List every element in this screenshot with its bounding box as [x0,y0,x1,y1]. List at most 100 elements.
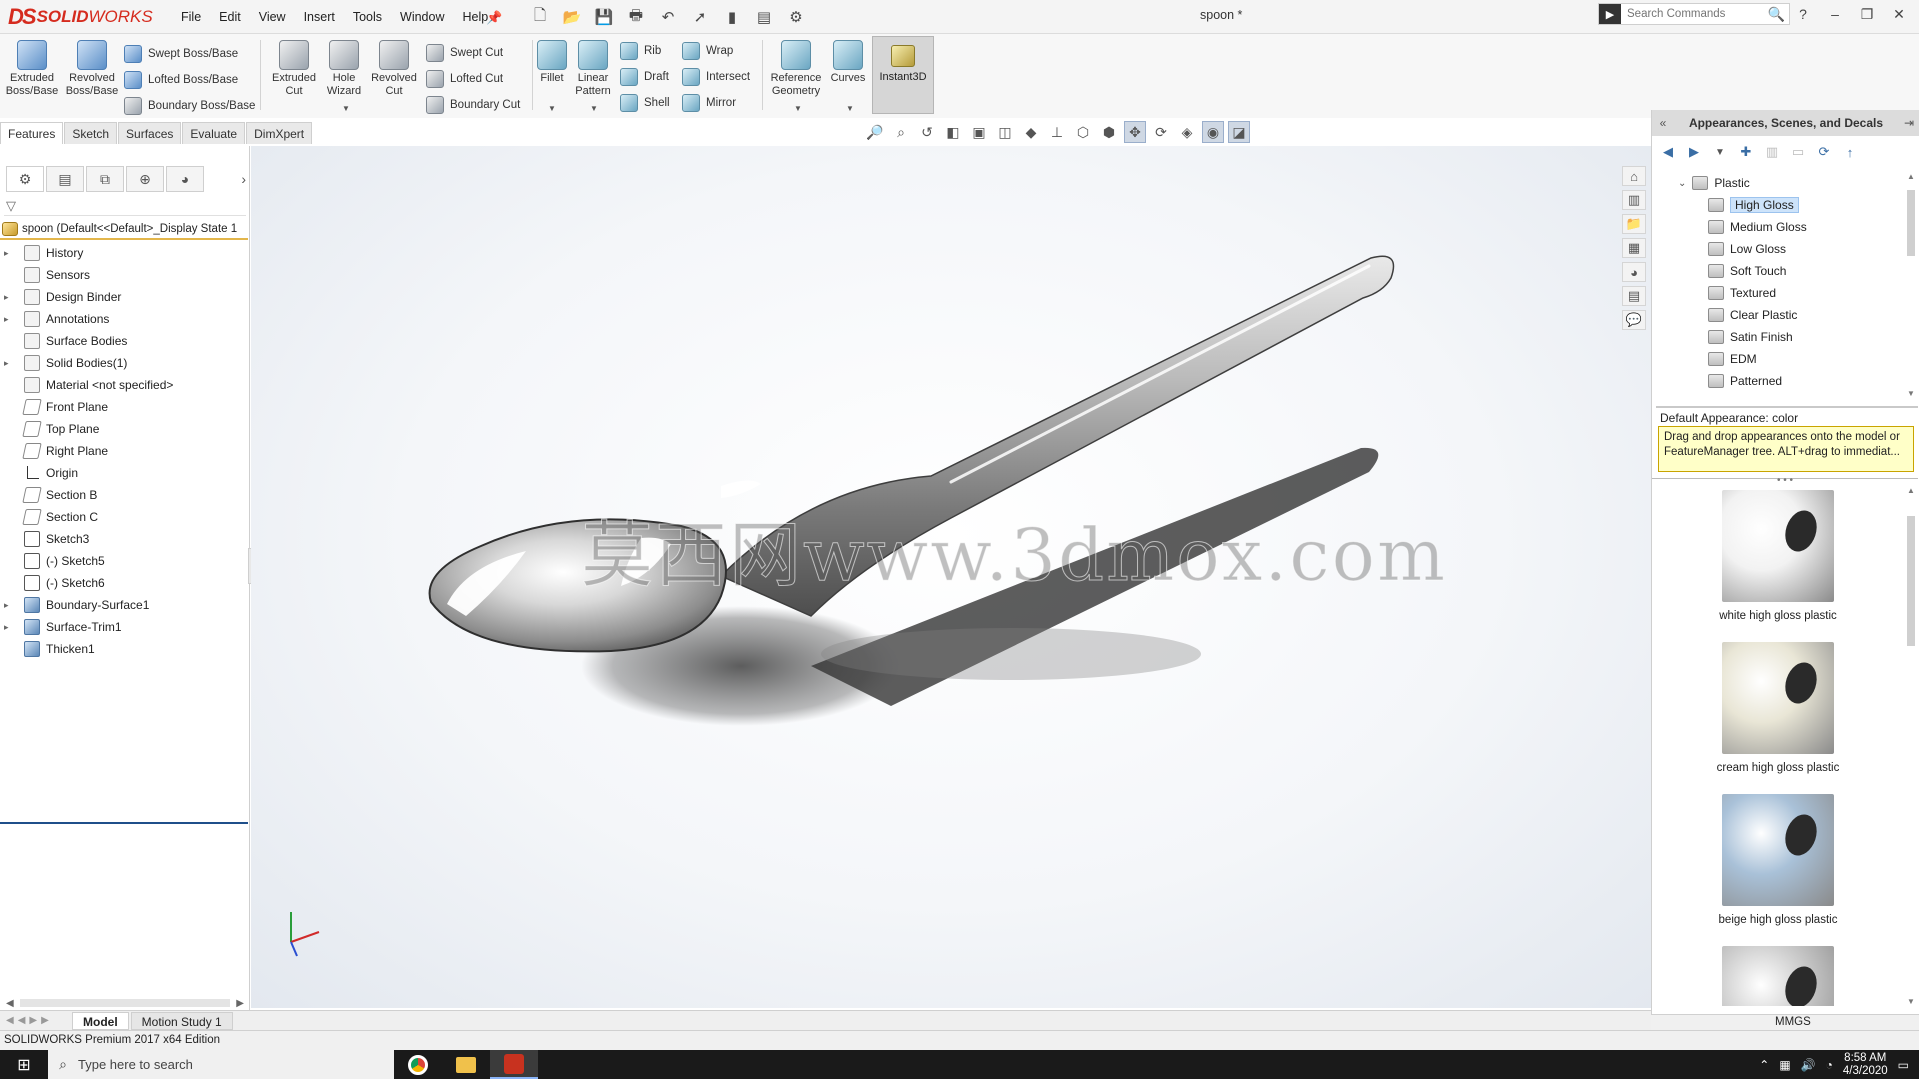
part-root-node[interactable]: spoon (Default<<Default>_Display State 1 [0,220,248,240]
scroll-up-icon[interactable]: ▲ [1907,172,1915,181]
intersect-button[interactable]: Intersect [682,65,750,89]
search-icon[interactable]: 🔍 [1768,6,1785,23]
menu-file[interactable]: File [172,10,210,24]
scroll-right-icon[interactable]: ▶ [236,998,244,1009]
apply-scene-icon[interactable]: ⬢ [1098,121,1120,143]
shell-button[interactable]: Shell [620,91,670,115]
tab-evaluate[interactable]: Evaluate [182,122,246,144]
close-icon[interactable]: ✕ [1885,3,1913,25]
custom-properties-icon[interactable]: ▤ [1622,286,1646,306]
pane-splitter[interactable]: • • • [1652,476,1918,486]
solidworks-logo[interactable]: DS SOLID WORKS [8,2,153,32]
graphics-area[interactable]: 莫西网www.3dmox.com [251,146,1651,1008]
menu-window[interactable]: Window [391,10,453,24]
linear-pattern-button[interactable]: Linear Pattern [566,36,620,112]
tree-item[interactable]: Right Plane [0,440,248,462]
property-manager-tab-icon[interactable]: ▤ [46,166,84,192]
tab-dimxpert[interactable]: DimXpert [246,122,313,144]
show-hidden-icons-icon[interactable]: ⌃ [1759,1058,1769,1072]
curves-dropdown-icon[interactable]: ▼ [846,104,854,113]
wrap-button[interactable]: Wrap [682,39,733,63]
chrome-taskbar-icon[interactable] [394,1050,442,1079]
instant3d-button[interactable]: Instant3D [872,36,934,114]
edit-appearance-icon[interactable]: ⬡ [1072,121,1094,143]
draft-button[interactable]: Draft [620,65,669,89]
tree-item[interactable]: ▸ Design Binder [0,286,248,308]
view-palette-icon[interactable]: ▦ [1622,238,1646,258]
appearance-swatch[interactable] [1652,942,1904,1006]
feature-tree-tab-icon[interactable]: ⚙ [6,166,44,192]
forum-icon[interactable]: 💬 [1622,310,1646,330]
hole-wizard-dropdown-icon[interactable]: ▼ [342,104,350,113]
help-icon[interactable]: ? [1789,3,1817,25]
boundary-cut-button[interactable]: Boundary Cut [426,93,520,117]
open-icon[interactable]: 📂 [558,6,586,28]
render-tools-icon[interactable]: ◈ [1176,121,1198,143]
section-view-icon[interactable]: ◧ [942,121,964,143]
menu-insert[interactable]: Insert [295,10,344,24]
rebuild-icon[interactable]: ▮ [718,6,746,28]
tab-features[interactable]: Features [0,122,64,144]
pin-menu-icon[interactable]: 📌 [486,10,502,25]
tab-sketch[interactable]: Sketch [64,122,118,144]
swept-boss-button[interactable]: Swept Boss/Base [124,42,238,66]
zoom-to-area-icon[interactable]: ⌕ [890,121,912,143]
tree-item[interactable]: Front Plane [0,396,248,418]
reference-geometry-button[interactable]: Reference Geometry [766,36,826,112]
tree-item[interactable]: ▸ History [0,242,248,264]
rib-button[interactable]: Rib [620,39,661,63]
new-document-icon[interactable]: 🗋 [526,6,554,28]
tab-motion-study-1[interactable]: Motion Study 1 [130,1011,233,1030]
curves-button[interactable]: Curves [822,36,874,112]
hole-wizard-button[interactable]: Hole Wizard [316,36,372,112]
extruded-cut-button[interactable]: Extruded Cut [266,36,322,112]
restore-icon[interactable]: ❐ [1853,3,1881,25]
up-folder-icon[interactable]: ↑ [1840,142,1860,162]
tree-item[interactable]: (-) Sketch6 [0,572,248,594]
rotate-icon[interactable]: ⟳ [1150,121,1172,143]
tab-surfaces[interactable]: Surfaces [118,122,182,144]
tree-item[interactable]: ▸ Annotations [0,308,248,330]
expand-chevron-icon[interactable]: ⌄ [1678,178,1686,189]
expand-arrow-icon[interactable]: ▸ [4,248,16,259]
display-manager-tab-icon[interactable]: ◕ [166,166,204,192]
swept-cut-button[interactable]: Swept Cut [426,41,503,65]
tree-item[interactable]: Section C [0,506,248,528]
lofted-cut-button[interactable]: Lofted Cut [426,67,503,91]
volume-icon[interactable]: 🔊 [1801,1058,1816,1072]
appearance-category-item[interactable]: High Gloss [1652,194,1904,216]
hide-show-items-icon[interactable]: ⊥ [1046,121,1068,143]
tab-navigation-arrows-icon[interactable]: ◀◀▶▶ [0,1015,72,1026]
tree-item[interactable]: ▸ Boundary-Surface1 [0,594,248,616]
solidworks-taskbar-icon[interactable] [490,1050,538,1079]
mirror-button[interactable]: Mirror [682,91,736,115]
revolved-cut-button[interactable]: Revolved Cut [366,36,422,112]
taskbar-search[interactable]: ⌕ Type here to search [48,1050,394,1079]
appearance-category-item[interactable]: Satin Finish [1652,326,1904,348]
realview-icon[interactable]: ◉ [1202,121,1224,143]
rollback-bar[interactable] [0,822,248,824]
forward-icon[interactable]: ▶ [1684,142,1704,162]
tree-item[interactable]: Surface Bodies [0,330,248,352]
tree-item[interactable]: Section B [0,484,248,506]
tree-item[interactable]: (-) Sketch5 [0,550,248,572]
tree-item[interactable]: Sensors [0,264,248,286]
plastic-folder[interactable]: ⌄ Plastic [1652,172,1904,194]
lofted-boss-button[interactable]: Lofted Boss/Base [124,68,238,92]
file-properties-icon[interactable]: ▤ [750,6,778,28]
minimize-icon[interactable]: – [1821,3,1849,25]
revolved-boss-button[interactable]: Revolved Boss/Base [64,36,120,112]
tree-item[interactable]: Sketch3 [0,528,248,550]
swatches-scrollbar[interactable]: ▲ ▼ [1904,486,1918,1006]
reference-geometry-dropdown-icon[interactable]: ▼ [794,104,802,113]
search-commands-input[interactable] [1621,8,1751,20]
tree-item[interactable]: Thicken1 [0,638,248,660]
tree-item[interactable]: Origin [0,462,248,484]
file-explorer-taskbar-icon[interactable] [442,1050,490,1079]
boundary-boss-button[interactable]: Boundary Boss/Base [124,94,255,118]
expand-arrow-icon[interactable]: ▸ [4,292,16,303]
tree-item[interactable]: ▸ Solid Bodies(1) [0,352,248,374]
dropdown-icon[interactable]: ▼ [1710,142,1730,162]
fillet-dropdown-icon[interactable]: ▼ [548,104,556,113]
expand-arrow-icon[interactable]: ▸ [4,600,16,611]
